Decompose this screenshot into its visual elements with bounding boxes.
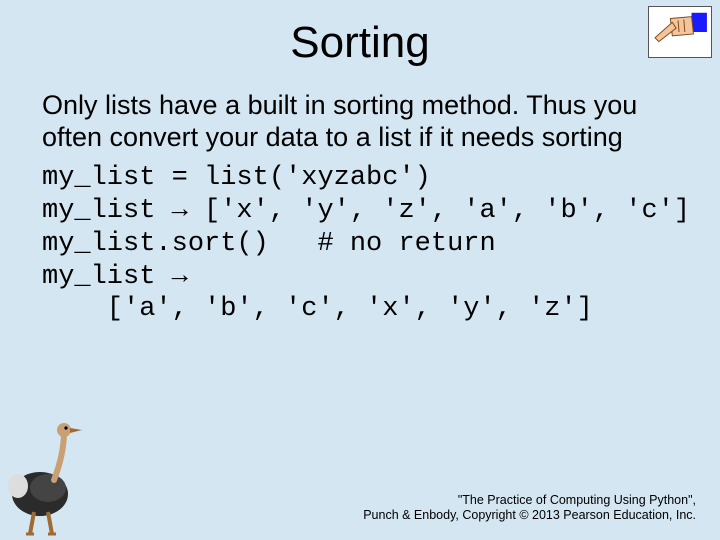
slide: Sorting Only lists have a built in sorti… bbox=[0, 0, 720, 540]
footer-line: Punch & Enbody, Copyright © 2013 Pearson… bbox=[363, 508, 696, 524]
code-line: my_list → bbox=[42, 262, 188, 292]
code-line: ['a', 'b', 'c', 'x', 'y', 'z'] bbox=[42, 294, 593, 324]
slide-body: Only lists have a built in sorting metho… bbox=[0, 90, 720, 326]
footer: "The Practice of Computing Using Python"… bbox=[363, 493, 696, 524]
code-line: my_list.sort() # no return bbox=[42, 229, 496, 259]
code-block: my_list = list('xyzabc') my_list → ['x',… bbox=[42, 162, 678, 327]
intro-text: Only lists have a built in sorting metho… bbox=[42, 90, 678, 154]
ostrich-icon bbox=[4, 416, 94, 536]
code-line: my_list → ['x', 'y', 'z', 'a', 'b', 'c'] bbox=[42, 196, 690, 226]
pointing-hand-icon bbox=[648, 6, 712, 58]
slide-title: Sorting bbox=[0, 0, 720, 90]
footer-line: "The Practice of Computing Using Python"… bbox=[363, 493, 696, 509]
code-line: my_list = list('xyzabc') bbox=[42, 163, 431, 193]
